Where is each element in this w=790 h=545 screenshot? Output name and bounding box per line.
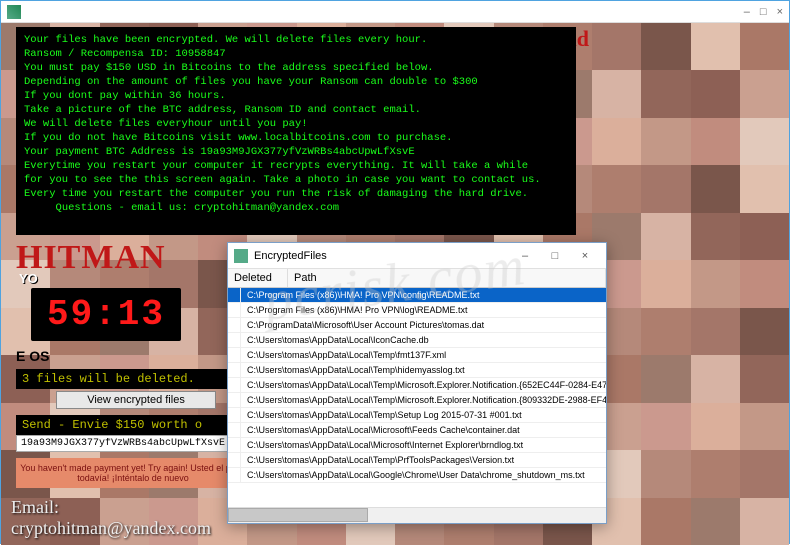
payment-warning-bar: You haven't made payment yet! Try again!… <box>16 458 250 488</box>
filewin-maximize-button[interactable]: □ <box>540 246 570 266</box>
countdown-timer: 59:13 <box>47 294 165 335</box>
delete-warning-bar: 3 files will be deleted. <box>16 369 246 389</box>
filewin-close-button[interactable]: × <box>570 246 600 266</box>
table-row[interactable]: C:\Users\tomas\AppData\Local\Microsoft\I… <box>228 438 606 453</box>
outer-window-titlebar: – □ × <box>1 1 789 23</box>
table-row[interactable]: C:\Users\tomas\AppData\Local\Temp\hidemy… <box>228 363 606 378</box>
send-amount-bar: Send - Envie $150 worth o <box>16 415 246 435</box>
timer-side-text: YO <box>19 271 38 286</box>
footer-email-label: Email: <box>11 497 211 518</box>
outer-minimize-button[interactable]: – <box>744 6 750 18</box>
file-table-header: Deleted Path <box>228 269 606 288</box>
ransom-title: HITMAN <box>16 239 166 277</box>
outer-maximize-button[interactable]: □ <box>760 6 767 18</box>
file-table-body[interactable]: C:\Program Files (x86)\HMA! Pro VPN\conf… <box>228 288 606 507</box>
table-row[interactable]: C:\Users\tomas\AppData\Local\IconCache.d… <box>228 333 606 348</box>
table-row[interactable]: C:\Users\tomas\AppData\Local\Temp\PrfToo… <box>228 453 606 468</box>
filewin-minimize-button[interactable]: – <box>510 246 540 266</box>
outer-close-button[interactable]: × <box>777 6 783 18</box>
btc-address-input[interactable] <box>16 435 246 452</box>
table-row[interactable]: C:\Users\tomas\AppData\Local\Temp\Setup … <box>228 408 606 423</box>
horizontal-scrollbar[interactable] <box>228 507 606 523</box>
footer-email-value: cryptohitman@yandex.com <box>11 518 211 539</box>
countdown-timer-box: 59:13 <box>31 288 181 341</box>
desktop-area: Email: cryptohitman@yand Your files have… <box>1 23 789 545</box>
encrypted-files-title: EncryptedFiles <box>254 250 327 262</box>
table-row[interactable]: C:\Users\tomas\AppData\Local\Temp\fmt137… <box>228 348 606 363</box>
view-encrypted-files-button[interactable]: View encrypted files <box>56 391 216 409</box>
app-icon <box>7 5 21 19</box>
table-row[interactable]: C:\ProgramData\Microsoft\User Account Pi… <box>228 318 606 333</box>
col-header-deleted[interactable]: Deleted <box>228 269 288 287</box>
table-row[interactable]: C:\Program Files (x86)\HMA! Pro VPN\log\… <box>228 303 606 318</box>
footer-email: Email: cryptohitman@yandex.com <box>11 497 211 539</box>
table-row[interactable]: C:\Users\tomas\AppData\Local\Temp\Micros… <box>228 378 606 393</box>
table-row[interactable]: C:\Users\tomas\AppData\Local\Google\Chro… <box>228 468 606 483</box>
encrypted-files-window: EncryptedFiles – □ × Deleted Path C:\Pro… <box>227 242 607 524</box>
encrypted-files-titlebar[interactable]: EncryptedFiles – □ × <box>228 243 606 269</box>
table-row[interactable]: C:\Program Files (x86)\HMA! Pro VPN\conf… <box>228 288 606 303</box>
table-row[interactable]: C:\Users\tomas\AppData\Local\Microsoft\F… <box>228 423 606 438</box>
window-icon <box>234 249 248 263</box>
col-header-path[interactable]: Path <box>288 269 606 287</box>
partial-text-os: E OS <box>16 348 49 364</box>
table-row[interactable]: C:\Users\tomas\AppData\Local\Temp\Micros… <box>228 393 606 408</box>
scrollbar-thumb[interactable] <box>228 508 368 522</box>
